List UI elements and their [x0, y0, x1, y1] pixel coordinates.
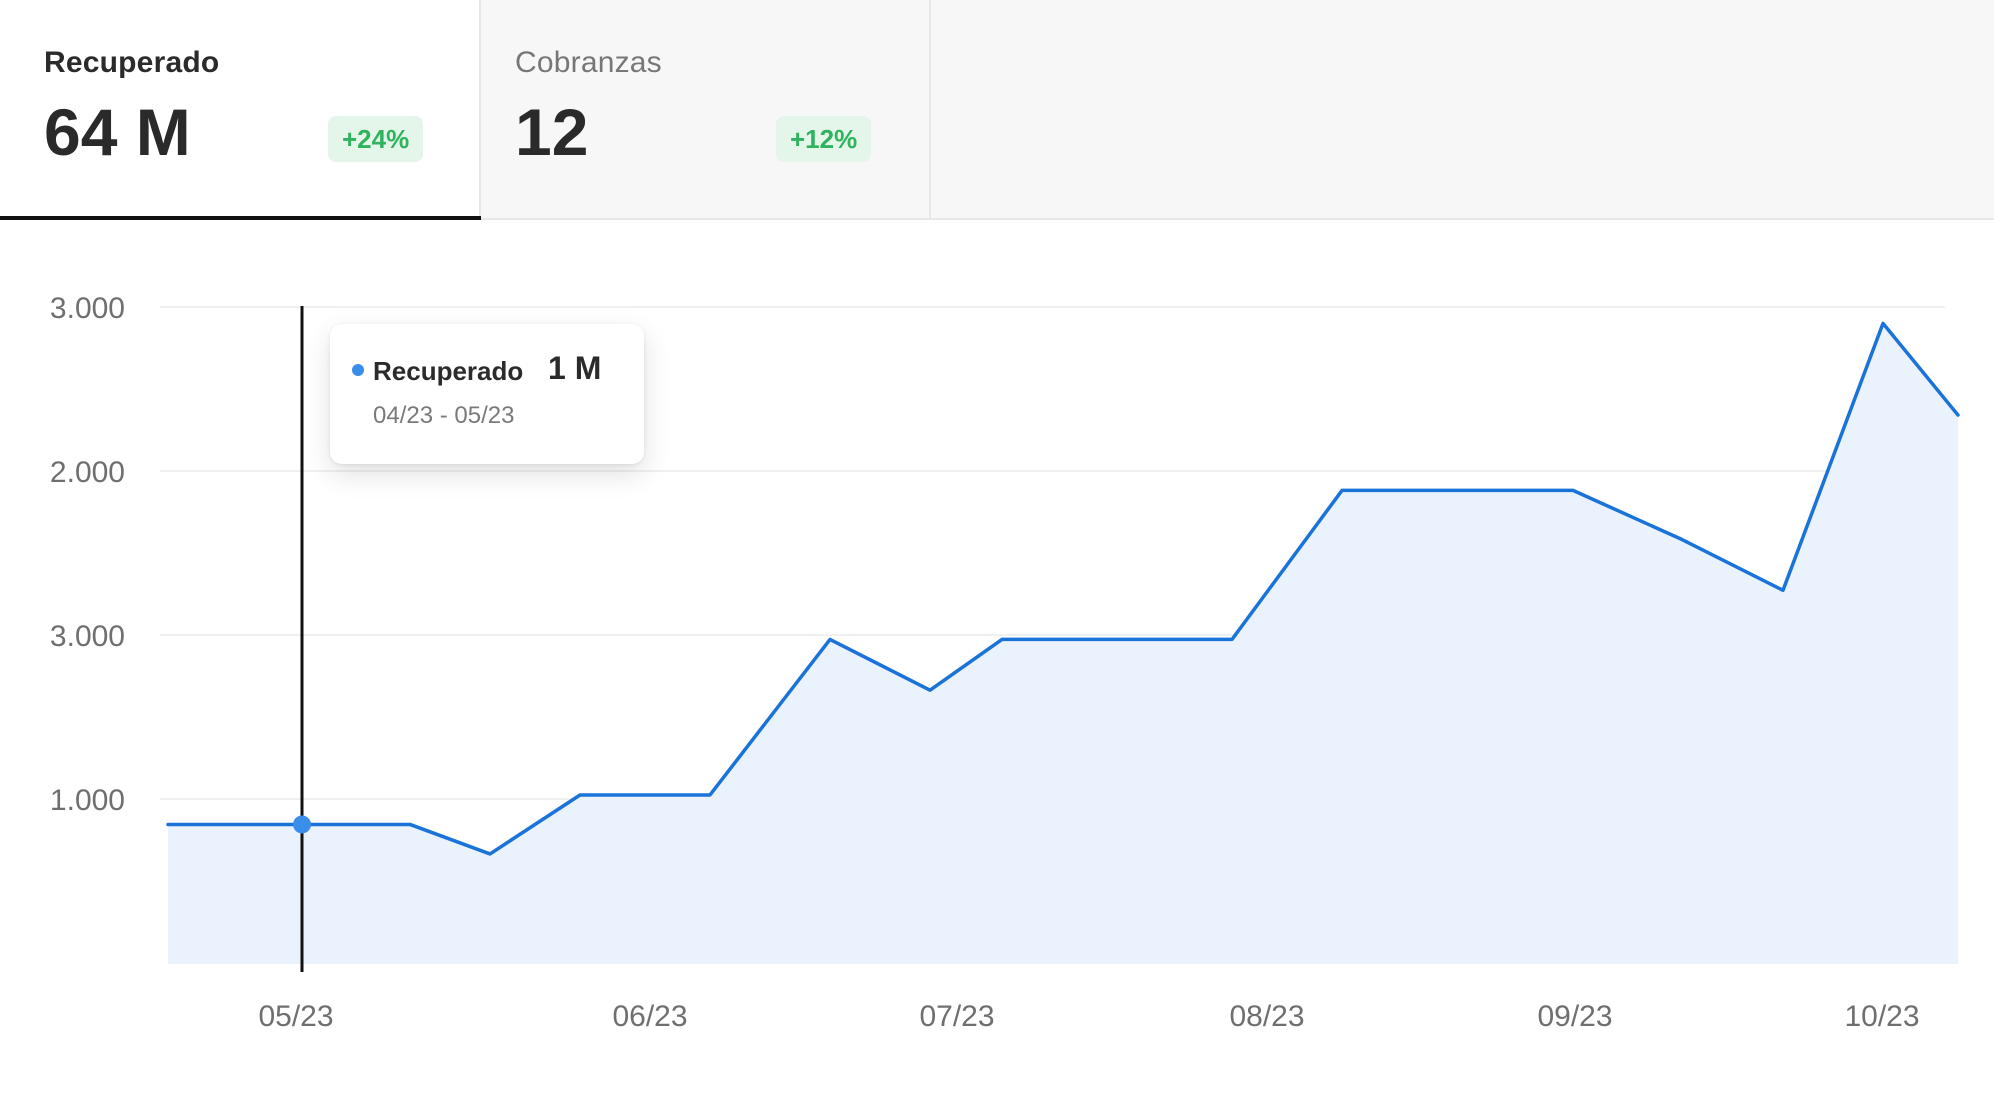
x-tick-label: 05/23 [258, 1000, 333, 1033]
stats-header: Recuperado 64 M +24% Cobranzas 12 +12% [0, 0, 1994, 220]
tab-label: Cobranzas [515, 46, 662, 79]
y-tick-label: 2.000 [50, 456, 125, 489]
series-dot-icon [352, 364, 364, 376]
tooltip-date-range: 04/23 - 05/23 [373, 402, 515, 429]
x-tick-label: 08/23 [1229, 1000, 1304, 1033]
highlight-point [293, 815, 311, 834]
x-tick-label: 07/23 [919, 1000, 994, 1033]
y-axis-ticks: 3.000 2.000 3.000 1.000 [50, 292, 125, 817]
y-tick-label: 3.000 [50, 620, 125, 653]
y-tick-label: 1.000 [50, 784, 125, 817]
chart-tooltip: Recuperado 1 M 04/23 - 05/23 [330, 324, 644, 464]
change-badge: +24% [328, 116, 424, 162]
tab-value: 64 M [44, 95, 191, 169]
x-tick-label: 06/23 [612, 1000, 687, 1033]
tab-cobranzas[interactable]: Cobranzas 12 +12% [481, 0, 931, 218]
tab-value: 12 [515, 95, 589, 169]
y-tick-label: 3.000 [50, 292, 125, 325]
x-axis-ticks: 05/23 06/23 07/23 08/23 09/23 10/23 [258, 1000, 1919, 1033]
tooltip-series-label: Recuperado [373, 356, 524, 386]
tooltip-value: 1 M [548, 350, 602, 386]
tab-recuperado[interactable]: Recuperado 64 M +24% [0, 0, 481, 220]
change-badge: +12% [776, 116, 872, 162]
x-tick-label: 09/23 [1537, 1000, 1612, 1033]
area-chart[interactable]: 3.000 2.000 3.000 1.000 05/23 06/23 07/23 08/2… [0, 220, 1994, 1101]
tab-label: Recuperado [44, 46, 220, 79]
header-empty-area [931, 0, 1994, 218]
x-tick-label: 10/23 [1844, 1000, 1919, 1033]
